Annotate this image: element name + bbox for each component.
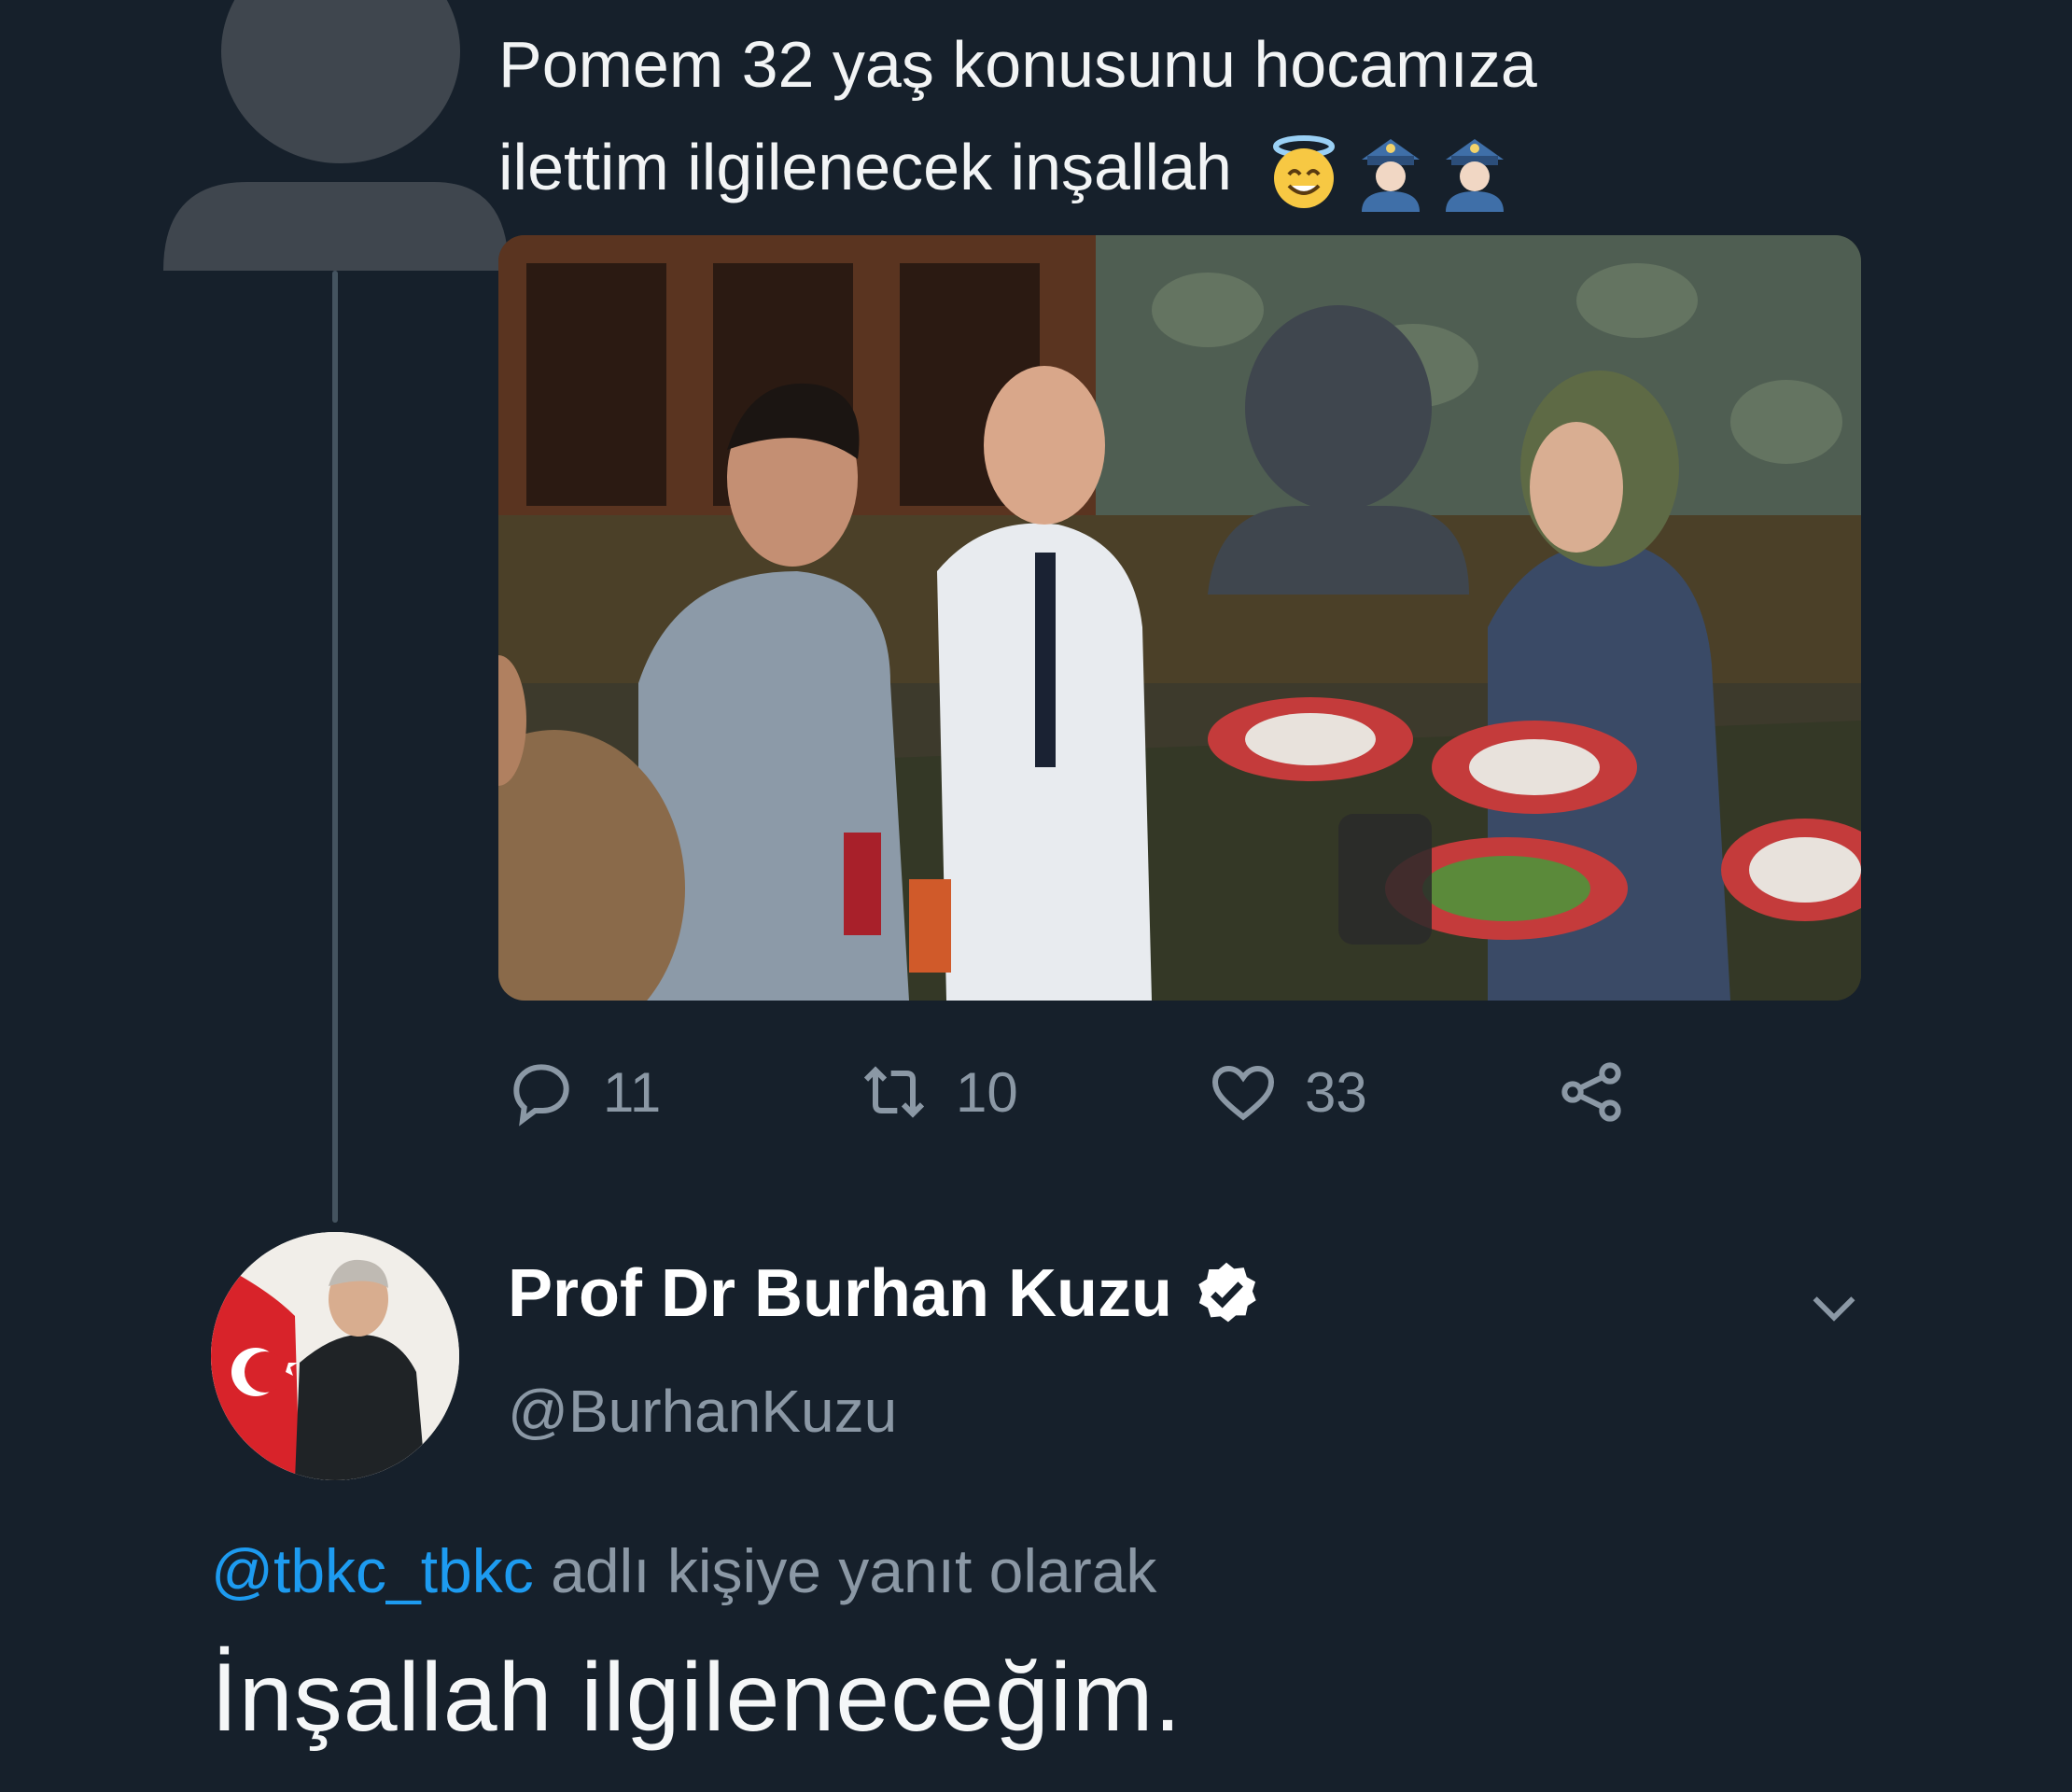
police-officer-icon [1362, 138, 1421, 212]
retweet-count: 10 [956, 1060, 1018, 1124]
retweet-icon [863, 1066, 925, 1118]
replying-to-line: @tbkc_tbkc adlı kişiye yanıt olarak [211, 1535, 1156, 1606]
share-button[interactable] [1554, 1045, 1629, 1139]
reply-author-avatar[interactable] [211, 1232, 459, 1480]
thread-connector-line [332, 271, 338, 1223]
halo-smiley-icon [1273, 134, 1336, 208]
tweet-text-line-2-text: ilettim ilgilenecek inşallah [498, 131, 1232, 203]
like-button[interactable]: 33 [1206, 1045, 1367, 1139]
reply-button[interactable]: 11 [504, 1045, 661, 1139]
reply-count: 11 [603, 1060, 662, 1124]
comment-icon [513, 1064, 569, 1127]
retweet-button[interactable]: 10 [857, 1045, 1018, 1139]
verified-badge-icon [1198, 1262, 1256, 1323]
reply-tweet-text: İnşallah ilgileneceğim. [211, 1644, 1183, 1752]
chevron-down-icon[interactable] [1801, 1274, 1867, 1339]
tweet-text-line-1: Pomem 32 yaş konusunu hocamıza [498, 28, 1537, 101]
profile-photo [211, 1232, 459, 1480]
reply-author-display-name: Prof Dr Burhan Kuzu [508, 1256, 1172, 1331]
reply-author-handle[interactable]: @BurhanKuzu [508, 1377, 897, 1446]
tweet-photo[interactable] [498, 235, 1861, 1001]
tweet-text-line-2: ilettim ilgilenecek inşallah [498, 116, 1898, 218]
reply-author-name-row[interactable]: Prof Dr Burhan Kuzu [508, 1255, 1262, 1332]
police-officer-icon [1446, 138, 1505, 212]
replying-to-suffix: adlı kişiye yanıt olarak [533, 1536, 1157, 1605]
like-count: 33 [1305, 1060, 1367, 1124]
tweet-text: Pomem 32 yaş konusunu hocamıza ilettim i… [498, 13, 1898, 218]
emoji-group [1265, 133, 1511, 212]
tweet-action-bar: 11 10 33 [504, 1045, 1717, 1139]
person-silhouette-icon [163, 0, 509, 271]
replying-to-mention-link[interactable]: @tbkc_tbkc [211, 1536, 534, 1605]
heart-icon [1211, 1065, 1275, 1121]
dinner-photo-illustration [498, 235, 1861, 1001]
share-icon [1561, 1062, 1621, 1122]
anonymized-avatar[interactable] [163, 0, 513, 285]
